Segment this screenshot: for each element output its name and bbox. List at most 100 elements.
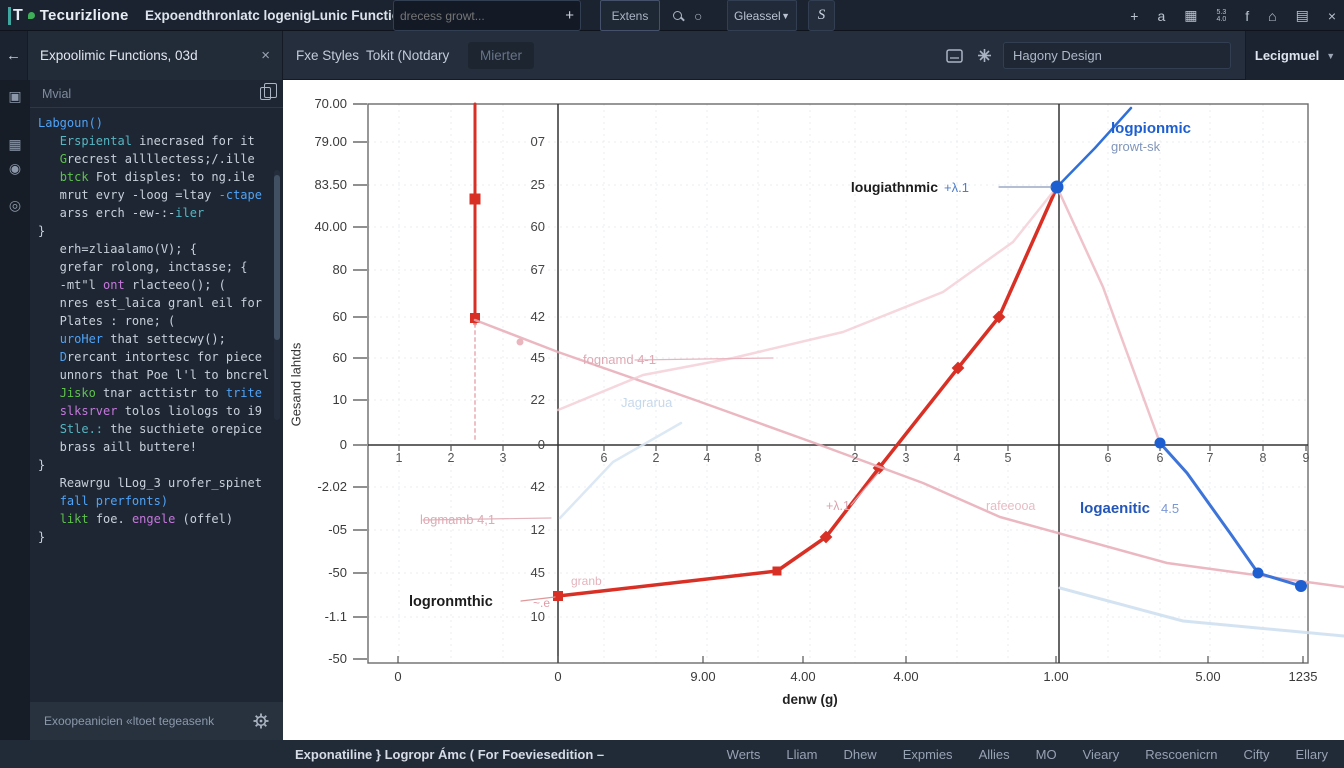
code-editor[interactable]: Labgoun() Erspiental inecrased for it Gr… [38, 114, 274, 642]
data-point-marker[interactable] [516, 338, 524, 346]
code-line: Jisko tnar acttistr to trite [59, 386, 262, 400]
data-point-marker[interactable] [1295, 580, 1307, 592]
save-icon[interactable]: ▤ [1296, 7, 1309, 24]
axis-tick: 70.00 [314, 96, 347, 111]
axis-tick: 0 [554, 669, 562, 684]
copy-icon[interactable] [260, 83, 277, 100]
code-line: } [38, 458, 46, 472]
menu-fxe-styles[interactable]: Fxe Styles [296, 31, 359, 80]
burst-icon[interactable] [977, 48, 992, 63]
status-menu-item[interactable]: Dhew [843, 747, 876, 762]
user-menu-button[interactable]: Lecigmuel ▼ [1245, 31, 1344, 80]
numbers-icon[interactable]: 5.3 4.0 [1216, 9, 1226, 23]
status-menu-item[interactable]: MO [1036, 747, 1057, 762]
code-line: -mt"l ont rlacteeo(); ( [38, 278, 226, 292]
axis-tick: 1.00 [1043, 669, 1069, 684]
chart-label: lougiathnmic [850, 179, 938, 195]
status-menu-item[interactable]: Cifty [1243, 747, 1269, 762]
status-menu-item[interactable]: Lliam [786, 747, 817, 762]
axis-tick: 4.00 [790, 669, 816, 684]
status-menu: Werts Lliam Dhew Expmies Allies MO Vieary Resco… [727, 747, 1328, 762]
chart-label: fognamd 4-1 [583, 352, 656, 367]
status-menu-item[interactable]: Vieary [1083, 747, 1120, 762]
gleassel-dropdown[interactable]: Gleassel ▼ [727, 0, 797, 31]
code-line: slksrver tolos liologs to i9 [59, 404, 262, 418]
gleassel-label: Gleassel [734, 8, 781, 23]
series-lightblue-left [558, 421, 683, 520]
axis-tick: 9 [1302, 451, 1310, 465]
graph-panel: 70.00 79.00 83.50 40.00 80 60 60 10 0 -2.02 -05 -50… [283, 80, 1344, 740]
axis-tick: 60 [332, 350, 347, 365]
export-icon[interactable]: ▣ [0, 88, 30, 105]
search-add-icon[interactable]: + [565, 7, 574, 24]
share-profile-icon[interactable]: ◎ [0, 197, 30, 214]
axis-tick: 79.00 [314, 134, 347, 149]
status-menu-item[interactable]: Allies [979, 747, 1010, 762]
axis-tick: 0 [537, 437, 545, 452]
axis-tick: 9.00 [690, 669, 716, 684]
top-tools: ○ [673, 0, 702, 31]
chart-label: +λ.1 [944, 180, 969, 195]
top-toolbar: T Tecurizlione Expoendthronlatc logenigL… [0, 0, 1344, 31]
add-icon[interactable]: + [1130, 8, 1138, 24]
document-tab[interactable]: Expoolimic Functions, 03d × [28, 31, 283, 80]
function-icon[interactable]: f [1245, 8, 1249, 24]
close-icon[interactable]: × [1328, 8, 1336, 24]
status-menu-item[interactable]: Expmies [903, 747, 953, 762]
card-icon[interactable] [946, 48, 963, 63]
chart-label: ~.e [533, 596, 551, 610]
code-scrollbar[interactable] [274, 170, 280, 420]
axis-tick: -50 [328, 651, 347, 666]
status-menu-item[interactable]: Ellary [1295, 747, 1328, 762]
search-icon[interactable] [673, 11, 682, 20]
code-line: Grecrest allllectess;/.ille [59, 152, 255, 166]
top-search-input[interactable] [400, 8, 566, 23]
top-search-box[interactable]: + [393, 0, 581, 31]
design-search-box[interactable] [1003, 42, 1231, 69]
menu-tokit[interactable]: Tokit (Notdary [366, 31, 449, 80]
code-line: Plates : rone; ( [38, 314, 176, 328]
data-point-marker[interactable] [1252, 567, 1264, 579]
logo-glyph-icon: T [8, 6, 23, 25]
axis-tick: 07 [530, 134, 545, 149]
code-line: } [38, 530, 46, 544]
image-icon[interactable]: ▦ [0, 136, 30, 153]
design-search-input[interactable] [1013, 48, 1221, 63]
data-point-marker[interactable] [553, 591, 563, 601]
extens-button[interactable]: Extens [600, 0, 660, 31]
data-point-marker[interactable] [1050, 180, 1064, 194]
back-button[interactable]: ← [0, 31, 28, 80]
data-point-marker[interactable] [772, 566, 782, 576]
table-icon[interactable]: ▦ [1184, 7, 1197, 24]
chart-label: logaenitic [1080, 500, 1151, 517]
status-menu-item[interactable]: Rescoenicrn [1145, 747, 1217, 762]
axis-tick: 4 [953, 451, 961, 465]
code-line: brass aill buttere! [38, 440, 197, 454]
axis-tick: 45 [530, 565, 545, 580]
status-menu-item[interactable]: Werts [727, 747, 761, 762]
axis-tick: 45 [530, 350, 545, 365]
tab-close-icon[interactable]: × [261, 47, 270, 64]
data-point-marker[interactable] [1154, 437, 1166, 449]
axis-tick: 8 [1259, 451, 1267, 465]
code-line: Reawrgu lLog_3 urofer_spinet [38, 476, 262, 490]
axis-tick: 80 [332, 262, 347, 277]
profile-icon[interactable]: ◉ [0, 160, 30, 177]
code-line: Stle.: the sucthiete orepice [59, 422, 262, 436]
code-panel-title: Mvial [42, 86, 72, 101]
code-line: unnors that Poe l'l to bncrel [38, 368, 270, 382]
axis-tick: 22 [530, 392, 545, 407]
data-point-marker[interactable] [469, 193, 481, 205]
app-logo[interactable]: T Tecurizlione [8, 0, 129, 31]
chevron-down-icon: ▼ [781, 10, 790, 21]
menu-mierter[interactable]: Mierter [468, 42, 535, 69]
s-logo-icon[interactable]: S [808, 0, 835, 31]
code-line: Labgoun() [38, 116, 104, 130]
y-axis-title: Gesand lahtds [288, 342, 304, 427]
gear-icon[interactable] [253, 713, 269, 729]
home-icon[interactable]: ⌂ [1268, 8, 1276, 24]
circle-icon[interactable]: ○ [694, 8, 702, 24]
font-icon[interactable]: a [1157, 8, 1165, 24]
chart-canvas[interactable] [283, 80, 1344, 740]
top-right-icons: + a ▦ 5.3 4.0 f ⌂ ▤ × [1130, 0, 1336, 31]
